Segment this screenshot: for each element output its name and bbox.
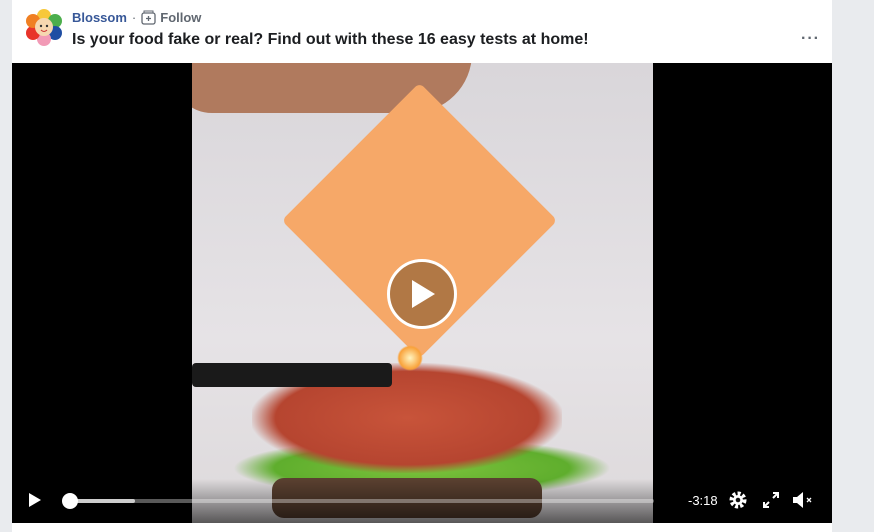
fullscreen-icon[interactable] <box>763 491 779 509</box>
play-button[interactable] <box>28 492 42 508</box>
video-player[interactable]: -3:18 <box>12 63 832 523</box>
video-post-card: Blossom · Follow Is your food fake or re… <box>12 0 832 532</box>
follow-button[interactable]: Follow <box>141 10 201 25</box>
page-name-link[interactable]: Blossom <box>72 10 127 25</box>
flame-image <box>397 345 423 371</box>
time-remaining: -3:18 <box>688 493 718 508</box>
seek-handle[interactable] <box>62 493 78 509</box>
play-overlay-button[interactable] <box>387 259 457 329</box>
settings-gear-icon[interactable] <box>728 490 748 510</box>
follow-label: Follow <box>160 10 202 25</box>
muted-speaker-icon[interactable] <box>792 491 816 509</box>
video-controls: -3:18 <box>12 479 832 523</box>
separator-dot: · <box>131 10 137 25</box>
torch-image <box>192 363 392 387</box>
more-options-button[interactable]: ··· <box>801 30 820 48</box>
blossom-avatar[interactable] <box>25 8 63 46</box>
seek-bar[interactable] <box>62 493 654 509</box>
play-icon <box>412 280 435 308</box>
follow-icon <box>141 10 156 25</box>
post-title: Is your food fake or real? Find out with… <box>72 31 589 48</box>
